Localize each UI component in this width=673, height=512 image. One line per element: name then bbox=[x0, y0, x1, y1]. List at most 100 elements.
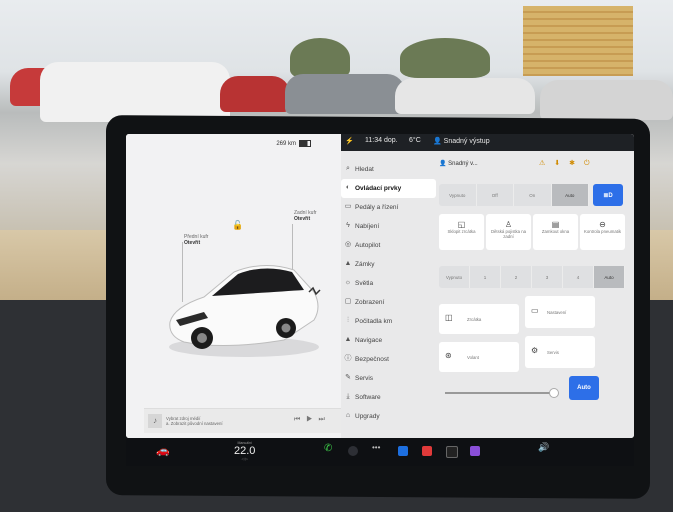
settings-tile-label: Nastavení bbox=[547, 310, 567, 315]
lock-windows-tile[interactable]: ▤ Zamkout okna bbox=[533, 214, 578, 250]
climate-control[interactable]: Manuální 22.0 ◁ ▷ bbox=[234, 441, 255, 461]
more-icon[interactable]: ••• bbox=[372, 443, 382, 453]
menu-item-charging[interactable]: ϟ Nabíjení bbox=[341, 217, 436, 236]
profile-status[interactable]: 👤 Snadný výstup bbox=[433, 137, 490, 145]
menu-icon[interactable]: ⚡ bbox=[345, 137, 354, 145]
wiper-speed-option[interactable]: 3 bbox=[532, 266, 563, 288]
background-building bbox=[523, 6, 633, 76]
service-icon: ⚙ bbox=[531, 346, 539, 355]
phone-icon[interactable]: ✆ bbox=[324, 443, 334, 454]
media-app-icon[interactable] bbox=[446, 446, 458, 458]
service-tile-label: Servis bbox=[547, 350, 559, 355]
background-car bbox=[395, 78, 535, 114]
wiper-selector[interactable]: Vypnuto 1 2 3 4 Auto bbox=[439, 266, 625, 288]
menu-item-upgrades[interactable]: ⌂ Upgrady bbox=[341, 407, 436, 426]
settings-panel: ⚡ 11:34 dop. 6°C 👤 Snadný výstup ⌕ Hleda… bbox=[341, 134, 634, 438]
menu-item-label: Ovládací prvky bbox=[355, 185, 402, 192]
wiper-speed-option[interactable]: 4 bbox=[563, 266, 594, 288]
status-icons[interactable]: ⚠⬇✱⏻ bbox=[539, 159, 599, 168]
profile-selector[interactable]: 👤 Snadný v... bbox=[439, 160, 478, 167]
fold-mirrors-tile[interactable]: ◱ Sklopit zrcátka bbox=[439, 214, 484, 250]
menu-item-lights[interactable]: ☼ Světla bbox=[341, 274, 436, 293]
lights-auto-option[interactable]: Auto bbox=[551, 184, 589, 206]
settings-menu: ⌕ Hledat ◐ Ovládací prvky ▭ Pedály a řízen… bbox=[341, 160, 436, 426]
menu-item-odometer[interactable]: ⫶ Počitadla km bbox=[341, 312, 436, 331]
profile-status-text: Snadný výstup bbox=[443, 138, 490, 145]
high-beam-button[interactable]: ≣D bbox=[593, 184, 623, 206]
camera-icon[interactable] bbox=[348, 446, 358, 456]
bolt-icon: ϟ bbox=[346, 222, 350, 229]
wiper-off-option[interactable]: Vypnuto bbox=[439, 266, 470, 288]
menu-item-safety[interactable]: ⓘ Bezpečnost bbox=[341, 350, 436, 369]
menu-item-label: Software bbox=[355, 394, 381, 401]
search-item[interactable]: ⌕ Hledat bbox=[341, 160, 436, 179]
menu-item-software[interactable]: ⤓ Software bbox=[341, 388, 436, 407]
menu-item-controls[interactable]: ◐ Ovládací prvky bbox=[341, 179, 436, 198]
wiper-speed-option[interactable]: 1 bbox=[470, 266, 501, 288]
battery-icon bbox=[299, 140, 311, 147]
menu-item-locks[interactable]: ▲ Zámky bbox=[341, 255, 436, 274]
range-text: 269 km bbox=[276, 140, 296, 147]
menu-item-label: Servis bbox=[355, 375, 374, 382]
window-icon: ▤ bbox=[551, 220, 560, 229]
outside-temperature: 6°C bbox=[409, 137, 421, 144]
settings-tile[interactable]: ▭ Nastavení bbox=[525, 296, 595, 328]
menu-item-navigation[interactable]: ▲ Navigace bbox=[341, 331, 436, 350]
service-tile[interactable]: ⚙ Servis bbox=[525, 336, 595, 368]
menu-item-label: Počitadla km bbox=[355, 318, 393, 325]
navigation-icon: ▲ bbox=[344, 336, 352, 343]
steering-icon: ◎ bbox=[344, 241, 352, 248]
menu-item-label: Světla bbox=[355, 280, 374, 287]
controls-panel: 👤 Snadný v... ⚠⬇✱⏻ Vypnuto Off On Auto ≣… bbox=[439, 154, 629, 434]
download-icon: ⤓ bbox=[346, 393, 350, 400]
podcast-icon[interactable] bbox=[470, 446, 480, 456]
brightness-auto-button[interactable]: Auto bbox=[569, 376, 599, 400]
child-lock-label: Dětská pojistka na zadní bbox=[490, 229, 527, 239]
wiper-speed-option[interactable]: 2 bbox=[501, 266, 532, 288]
background-car bbox=[40, 62, 230, 122]
volume-icon[interactable]: 🔊 bbox=[538, 442, 549, 452]
brightness-slider[interactable] bbox=[445, 392, 553, 394]
mirror-adjust-icon: ◫ bbox=[445, 313, 453, 322]
child-lock-tile[interactable]: ♙ Dětská pojistka na zadní bbox=[486, 214, 531, 250]
mirrors-adjust-tile[interactable]: ◫ Zrcátka bbox=[439, 304, 519, 334]
car-icon[interactable]: 🚗 bbox=[156, 444, 170, 457]
fold-mirrors-label: Sklopit zrcátka bbox=[447, 229, 476, 234]
menu-item-label: Upgrady bbox=[355, 413, 380, 420]
menu-item-label: Zámky bbox=[355, 261, 375, 268]
bluetooth-icon[interactable] bbox=[398, 446, 408, 456]
tire-check-tile[interactable]: ⊖ Kontrola pneumatik bbox=[580, 214, 625, 250]
settings-tile-icon: ▭ bbox=[531, 306, 539, 315]
temperature-arrows[interactable]: ◁ ▷ bbox=[234, 457, 255, 461]
menu-item-pedals[interactable]: ▭ Pedály a řízení bbox=[341, 198, 436, 217]
brightness-slider-handle[interactable] bbox=[549, 388, 559, 398]
media-controls[interactable]: ⏮▶⏭ bbox=[294, 416, 331, 424]
toggle-icon: ◐ bbox=[345, 184, 351, 191]
menu-item-display[interactable]: ▢ Zobrazení bbox=[341, 293, 436, 312]
tire-icon: ⊖ bbox=[599, 220, 606, 229]
background-tree bbox=[400, 38, 490, 78]
rear-trunk-button[interactable]: Zadní kufr Otevřít bbox=[294, 210, 317, 222]
wiper-auto-option[interactable]: Auto bbox=[594, 266, 625, 288]
lights-off-option[interactable]: Vypnuto bbox=[439, 184, 477, 206]
menu-item-service[interactable]: ✎ Servis bbox=[341, 369, 436, 388]
lights-selector[interactable]: Vypnuto Off On Auto bbox=[439, 184, 589, 206]
lock-icon[interactable]: 🔓 bbox=[232, 220, 243, 231]
bag-icon: ⌂ bbox=[345, 412, 351, 419]
menu-item-autopilot[interactable]: ◎ Autopilot bbox=[341, 236, 436, 255]
car-icon: ▭ bbox=[344, 203, 352, 210]
tire-check-label: Kontrola pneumatik bbox=[583, 229, 622, 234]
steering-adjust-label: Volant bbox=[467, 355, 479, 360]
lock-windows-label: Zamkout okna bbox=[541, 229, 570, 234]
front-trunk-button[interactable]: Přední kufr Otevřít bbox=[184, 234, 208, 246]
music-icon[interactable] bbox=[422, 446, 432, 456]
lights-option[interactable]: On bbox=[514, 184, 552, 206]
music-note-icon: ♪ bbox=[148, 414, 162, 428]
background-car bbox=[220, 76, 290, 112]
child-lock-icon: ♙ bbox=[504, 220, 513, 229]
steering-adjust-tile[interactable]: ⊛ Volant bbox=[439, 342, 519, 372]
odometer-icon: ⫶ bbox=[347, 317, 349, 324]
media-player[interactable]: ♪ Vybrat zdroj médií a. Zobrazit původní… bbox=[144, 408, 342, 433]
lights-option[interactable]: Off bbox=[477, 184, 514, 206]
lock-icon: ▲ bbox=[344, 260, 352, 267]
